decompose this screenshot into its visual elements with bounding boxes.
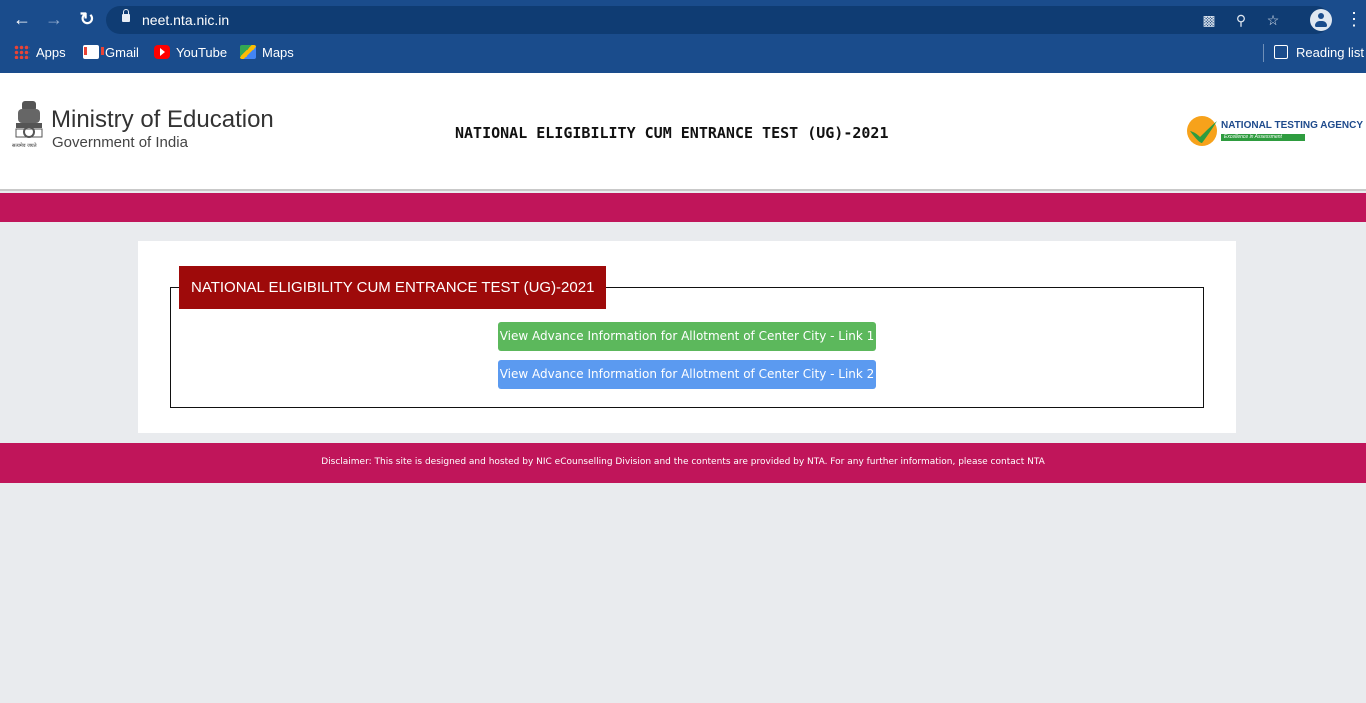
youtube-icon	[154, 45, 170, 59]
ministry-subtitle: Government of India	[52, 134, 188, 151]
gmail-icon	[83, 45, 104, 59]
center-city-link-2-button[interactable]: View Advance Information for Allotment o…	[498, 360, 876, 389]
bookmark-label: Apps	[36, 45, 66, 60]
reading-list-label: Reading list	[1296, 45, 1364, 60]
zoom-icon[interactable]: ⚲	[1232, 11, 1250, 29]
url-text[interactable]: neet.nta.nic.in	[142, 12, 229, 28]
bookmark-maps[interactable]: Maps	[240, 44, 294, 62]
bookmark-label: YouTube	[176, 45, 228, 60]
reading-list-button[interactable]: Reading list	[1274, 44, 1364, 62]
back-icon[interactable]: ←	[10, 7, 34, 31]
main-card: NATIONAL ELIGIBILITY CUM ENTRANCE TEST (…	[138, 241, 1236, 433]
bookmark-youtube[interactable]: YouTube	[154, 44, 227, 62]
address-bar[interactable]: neet.nta.nic.in ▩ ⚲ ☆	[106, 6, 1330, 34]
nta-logo-icon	[1187, 116, 1217, 146]
center-city-link-1-button[interactable]: View Advance Information for Allotment o…	[498, 322, 876, 351]
browser-toolbar: ← → ↻ neet.nta.nic.in ▩ ⚲ ☆ ⋮	[0, 3, 1366, 35]
bookmark-apps[interactable]: Apps	[14, 44, 66, 62]
bookmark-label: Maps	[262, 45, 294, 60]
apps-grid-icon	[14, 45, 30, 59]
bookmarks-bar: Apps Gmail YouTube Maps Reading list	[0, 40, 1366, 66]
nta-name: NATIONAL TESTING AGENCY	[1221, 120, 1364, 131]
reading-list-icon	[1274, 45, 1288, 59]
profile-avatar-icon[interactable]	[1310, 9, 1332, 31]
more-menu-icon[interactable]: ⋮	[1345, 7, 1363, 31]
site-header: सत्यमेव जयते Ministry of Education Gover…	[0, 73, 1366, 191]
ministry-title: Ministry of Education	[51, 106, 274, 133]
forward-icon[interactable]: →	[42, 7, 66, 31]
national-emblem-icon: सत्यमेव जयते	[12, 101, 46, 149]
maps-icon	[240, 45, 256, 59]
footer: Disclaimer: This site is designed and ho…	[0, 443, 1366, 483]
star-bookmark-icon[interactable]: ☆	[1264, 11, 1282, 29]
svg-text:सत्यमेव जयते: सत्यमेव जयते	[12, 142, 37, 149]
lock-icon[interactable]	[122, 9, 130, 22]
nta-tagline: Excellence in Assessment	[1221, 134, 1305, 141]
bookmarks-divider	[1263, 44, 1264, 62]
section-legend: NATIONAL ELIGIBILITY CUM ENTRANCE TEST (…	[179, 266, 607, 309]
reload-icon[interactable]: ↻	[75, 7, 99, 31]
bookmark-label: Gmail	[105, 45, 139, 60]
bookmark-gmail[interactable]: Gmail	[83, 44, 139, 62]
brand-band	[0, 193, 1366, 222]
disclaimer-text: Disclaimer: This site is designed and ho…	[321, 457, 1045, 467]
page-title: NATIONAL ELIGIBILITY CUM ENTRANCE TEST (…	[455, 124, 889, 142]
qr-code-icon[interactable]: ▩	[1200, 11, 1218, 29]
browser-chrome: ← → ↻ neet.nta.nic.in ▩ ⚲ ☆ ⋮ Apps Gmail…	[0, 0, 1366, 73]
